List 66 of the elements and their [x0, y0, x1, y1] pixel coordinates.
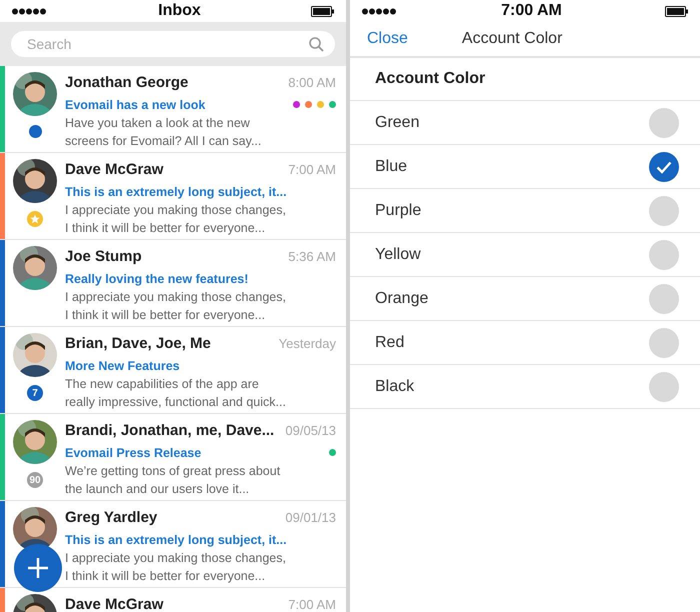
- color-option[interactable]: Purple: [350, 189, 700, 233]
- battery-icon: [664, 6, 688, 16]
- signal-icon: [362, 8, 398, 14]
- color-option[interactable]: Red: [350, 321, 700, 365]
- message-row[interactable]: Jonathan George 8:00 AM Evomail has a new look Have you taken a look at the new screens for Evomail? All I can say...: [0, 66, 346, 153]
- radio-circle[interactable]: [649, 372, 679, 402]
- message-preview: I appreciate you making those changes,: [65, 203, 286, 218]
- message-row[interactable]: 7 Brian, Dave, Joe, Me Yesterday More New Features The new capabilities of the app are really impressive, functional and quick...: [0, 327, 346, 414]
- message-row[interactable]: Joe Stump 5:36 AM Really loving the new features! I appreciate you making those changes, I think it will be better for everyone...: [0, 240, 346, 327]
- message-row[interactable]: 90 Brandi, Jonathan, me, Dave... 09/05/13 Evomail Press Release We’re getting tons of great press about the launch and our users love it...: [0, 414, 346, 501]
- radio-circle[interactable]: [649, 284, 679, 314]
- sender-name: Joe Stump: [65, 247, 142, 267]
- message-preview: screens for Evomail? All I can say...: [65, 134, 262, 148]
- status-time: 7:00 AM: [501, 1, 562, 21]
- search-icon[interactable]: [309, 37, 324, 52]
- screen-title: Account Color: [462, 29, 562, 49]
- sender-name: Dave McGraw: [65, 595, 164, 612]
- color-option[interactable]: Blue: [350, 145, 700, 189]
- count-badge: 7: [27, 385, 43, 401]
- message-time: 5:36 AM: [288, 248, 336, 266]
- radio-circle[interactable]: [649, 240, 679, 270]
- message-preview: I think it will be better for everyone...: [65, 221, 266, 236]
- sender-name: Brian, Dave, Joe, Me: [65, 334, 211, 354]
- message-time: 7:00 AM: [288, 161, 336, 179]
- radio-circle[interactable]: [649, 196, 679, 226]
- message-preview: I appreciate you making those changes,: [65, 290, 286, 304]
- message-preview: I think it will be better for everyone...: [65, 308, 266, 322]
- screen-title: Inbox: [158, 1, 201, 21]
- message-preview: The new capabilities of the app are: [65, 377, 259, 392]
- message-preview: really impressive, functional and quick...: [65, 395, 286, 410]
- close-button[interactable]: Close: [367, 27, 408, 51]
- plus-icon: [27, 557, 49, 579]
- message-subject: This is an extremely long subject, it...: [65, 184, 287, 201]
- check-icon[interactable]: [649, 152, 679, 182]
- message-preview: I appreciate you making those changes,: [65, 551, 286, 566]
- message-preview: We’re getting tons of great press about: [65, 464, 280, 478]
- message-preview: I think it will be better for everyone...: [65, 569, 266, 584]
- sender-name: Jonathan George: [65, 73, 188, 93]
- message-time: Yesterday: [278, 335, 336, 353]
- search-field[interactable]: Search: [11, 31, 335, 57]
- message-subject: More New Features: [65, 358, 180, 374]
- message-subject: Really loving the new features!: [65, 270, 248, 288]
- message-preview: the launch and our users love it...: [65, 482, 250, 496]
- signal-icon: [12, 8, 48, 14]
- message-time: 8:00 AM: [288, 74, 336, 92]
- message-time: 7:00 AM: [288, 596, 336, 612]
- message-preview: Have you taken a look at the new: [65, 116, 250, 130]
- message-time: 09/05/13: [285, 422, 336, 440]
- battery-icon: [310, 6, 334, 16]
- message-time: 09/01/13: [285, 509, 336, 527]
- count-badge: 90: [27, 472, 43, 488]
- compose-button[interactable]: [14, 544, 62, 592]
- color-option[interactable]: Green: [350, 101, 700, 145]
- sender-name: Brandi, Jonathan, me, Dave...: [65, 421, 274, 441]
- radio-circle[interactable]: [649, 108, 679, 138]
- color-option[interactable]: Black: [350, 365, 700, 409]
- radio-circle[interactable]: [649, 328, 679, 358]
- message-subject: Evomail has a new look: [65, 96, 206, 114]
- section-header: Account Color: [375, 69, 486, 89]
- message-subject: This is an extremely long subject, it...: [65, 532, 287, 549]
- sender-name: Greg Yardley: [65, 508, 158, 528]
- sender-name: Dave McGraw: [65, 160, 164, 180]
- message-subject: Evomail Press Release: [65, 444, 202, 462]
- color-option[interactable]: Orange: [350, 277, 700, 321]
- message-row[interactable]: Dave McGraw 7:00 AM This is an extremely long subject, it... I appreciate you making those changes, I think it will be better for everyone...: [0, 153, 346, 240]
- color-option[interactable]: Yellow: [350, 233, 700, 277]
